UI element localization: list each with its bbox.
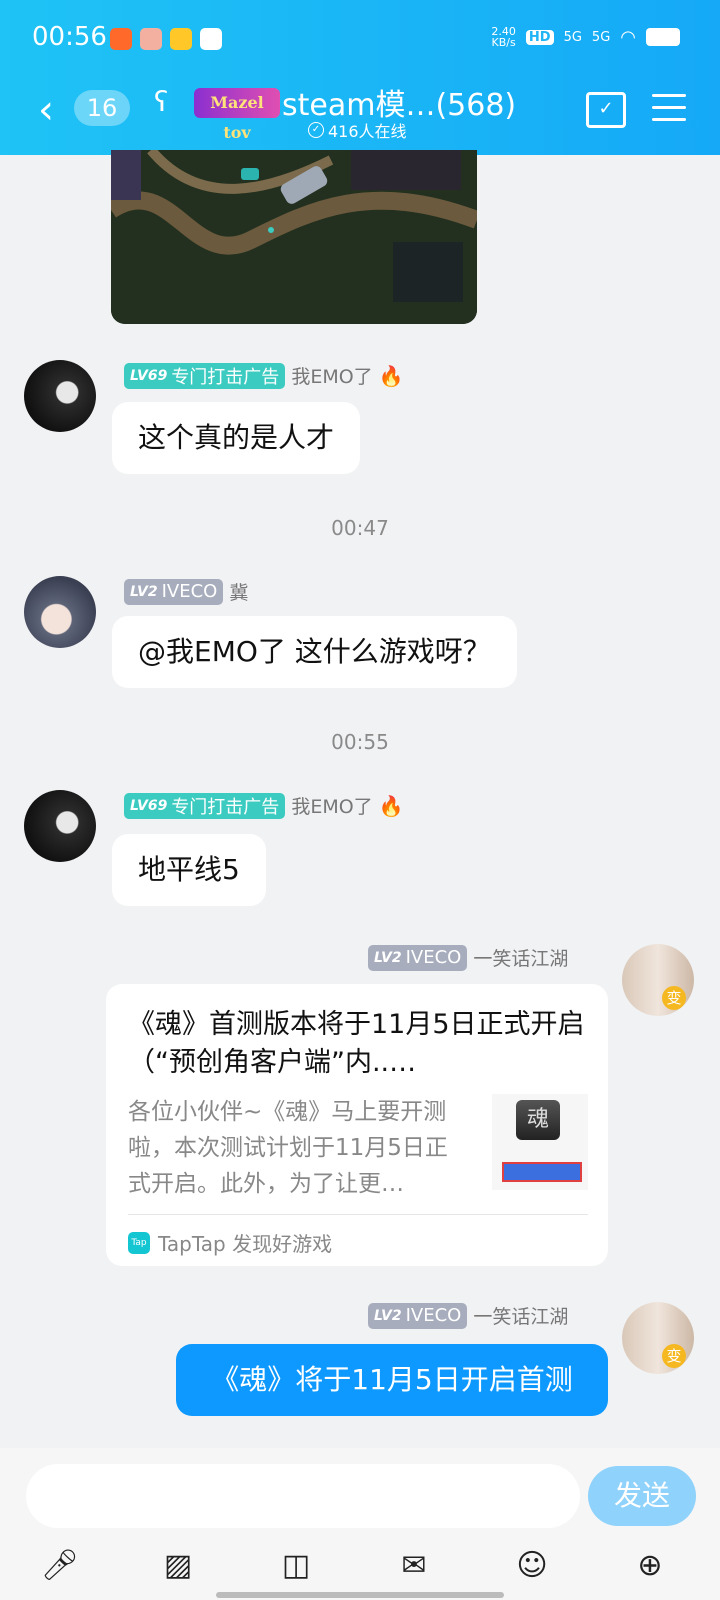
message-bubble[interactable]: 地平线5 xyxy=(112,834,266,906)
menu-icon[interactable] xyxy=(652,94,686,130)
red-packet-icon[interactable]: ✉ xyxy=(392,1544,436,1588)
message-input[interactable] xyxy=(26,1464,580,1528)
send-button[interactable]: 发送 xyxy=(588,1466,696,1526)
thumbnail-button xyxy=(502,1162,582,1182)
sender-name: 冀 xyxy=(229,582,249,604)
game-screenshot-image[interactable] xyxy=(111,150,477,324)
self-message-bubble[interactable]: 《魂》将于11月5日开启首测 xyxy=(176,1344,608,1416)
sender-name: 一笑话江湖 xyxy=(473,948,569,970)
ear-icon[interactable]: ʕ xyxy=(154,85,168,118)
card-description: 各位小伙伴~《魂》马上要开测啦，本次测试计划于11月5日正式开启。此外，为了让更… xyxy=(128,1099,448,1197)
status-time: 00:56 xyxy=(32,22,107,52)
status-indicators: 2.40 KB/s HD 5G 5G ◠ xyxy=(491,26,680,48)
input-toolbar: 🎤︎ ▨ ◫ ✉ ☺ ⊕ xyxy=(0,1544,720,1594)
app-notification-icon xyxy=(170,28,192,50)
card-title: 《魂》首测版本将于11月5日正式开启（“预创角客户端”内..… xyxy=(128,1009,585,1078)
app-notification-icon xyxy=(140,28,162,50)
card-source: Tap TapTap 发现好游戏 xyxy=(128,1228,332,1257)
avatar[interactable] xyxy=(24,576,96,648)
sender-info[interactable]: LV69 专门打击广告 我EMO了 🔥 xyxy=(124,362,404,389)
avatar-badge: 变 xyxy=(662,1344,686,1368)
signal-icon: 5G xyxy=(563,29,582,45)
status-app-icons xyxy=(110,28,222,50)
message-bubble[interactable]: @我EMO了 这什么游戏呀？ xyxy=(112,616,517,688)
card-thumbnail: 魂 xyxy=(492,1094,588,1190)
sender-info[interactable]: LV69 专门打击广告 我EMO了 🔥 xyxy=(124,792,404,819)
level-title-badge: LV2 IVECO xyxy=(368,944,468,971)
image-icon[interactable]: ▨ xyxy=(156,1544,200,1588)
app-notification-icon xyxy=(200,28,222,50)
input-bar: 发送 🎤︎ ▨ ◫ ✉ ☺ ⊕ xyxy=(0,1448,720,1600)
sender-info[interactable]: LV2 IVECO 冀 xyxy=(124,578,248,605)
sender-name: 我EMO了 xyxy=(291,796,373,818)
sender-name: 一笑话江湖 xyxy=(473,1306,569,1328)
timestamp: 00:47 xyxy=(331,516,389,540)
avatar-badge: 变 xyxy=(662,986,686,1010)
hd-icon: HD xyxy=(525,29,554,45)
wifi-icon: ◠ xyxy=(620,26,636,48)
signal-icon: 5G xyxy=(591,29,611,45)
avatar[interactable] xyxy=(24,360,96,432)
timestamp: 00:55 xyxy=(331,730,389,754)
status-bar: 00:56 2.40 KB/s HD 5G 5G ◠ xyxy=(0,0,720,80)
fire-icon: 🔥 xyxy=(378,793,404,818)
avatar[interactable]: 变 xyxy=(622,944,694,1016)
online-count[interactable]: ✓ 416人在线 xyxy=(308,118,407,142)
mic-icon[interactable]: 🎤︎ xyxy=(38,1544,82,1588)
sender-name: 我EMO了 xyxy=(291,366,373,388)
taptap-icon: Tap xyxy=(128,1231,150,1254)
unread-count-badge[interactable]: 16 xyxy=(74,90,130,126)
avatar[interactable] xyxy=(24,790,96,862)
plus-icon[interactable]: ⊕ xyxy=(628,1544,672,1588)
level-title-badge: LV2 IVECO xyxy=(368,1302,468,1329)
avatar[interactable]: 变 xyxy=(622,1302,694,1374)
game-logo-icon: 魂 xyxy=(516,1100,560,1140)
emoji-icon[interactable]: ☺ xyxy=(510,1544,554,1588)
app-notification-icon xyxy=(110,28,132,50)
title-bar: ‹ 16 ʕ Mazel tov steam模…(568) ✓ 416人在线 ✓ xyxy=(0,80,720,155)
battery-icon xyxy=(646,28,680,46)
level-title-badge: LV2 IVECO xyxy=(124,578,224,605)
online-check-icon: ✓ xyxy=(308,122,324,138)
message-bubble[interactable]: 这个真的是人才 xyxy=(112,402,361,474)
chat-header: 00:56 2.40 KB/s HD 5G 5G ◠ ‹ 16 ʕ Mazel … xyxy=(0,0,720,155)
calendar-check-icon[interactable]: ✓ xyxy=(586,92,626,128)
shared-link-card[interactable]: 《魂》首测版本将于11月5日正式开启（“预创角客户端”内..… 各位小伙伴~《魂… xyxy=(106,984,608,1266)
group-tag-logo: Mazel tov xyxy=(194,88,280,142)
fire-icon: 🔥 xyxy=(378,363,404,388)
home-indicator[interactable] xyxy=(216,1592,504,1598)
level-title-badge: LV69 专门打击广告 xyxy=(124,362,286,389)
camera-icon[interactable]: ◫ xyxy=(274,1544,318,1588)
net-speed: 2.40 KB/s xyxy=(491,25,516,49)
back-arrow-icon[interactable]: ‹ xyxy=(38,90,54,130)
card-divider xyxy=(128,1214,588,1215)
sender-info[interactable]: LV2 IVECO 一笑话江湖 xyxy=(368,1302,568,1329)
level-title-badge: LV69 专门打击广告 xyxy=(124,792,286,819)
sender-info[interactable]: LV2 IVECO 一笑话江湖 xyxy=(368,944,568,971)
